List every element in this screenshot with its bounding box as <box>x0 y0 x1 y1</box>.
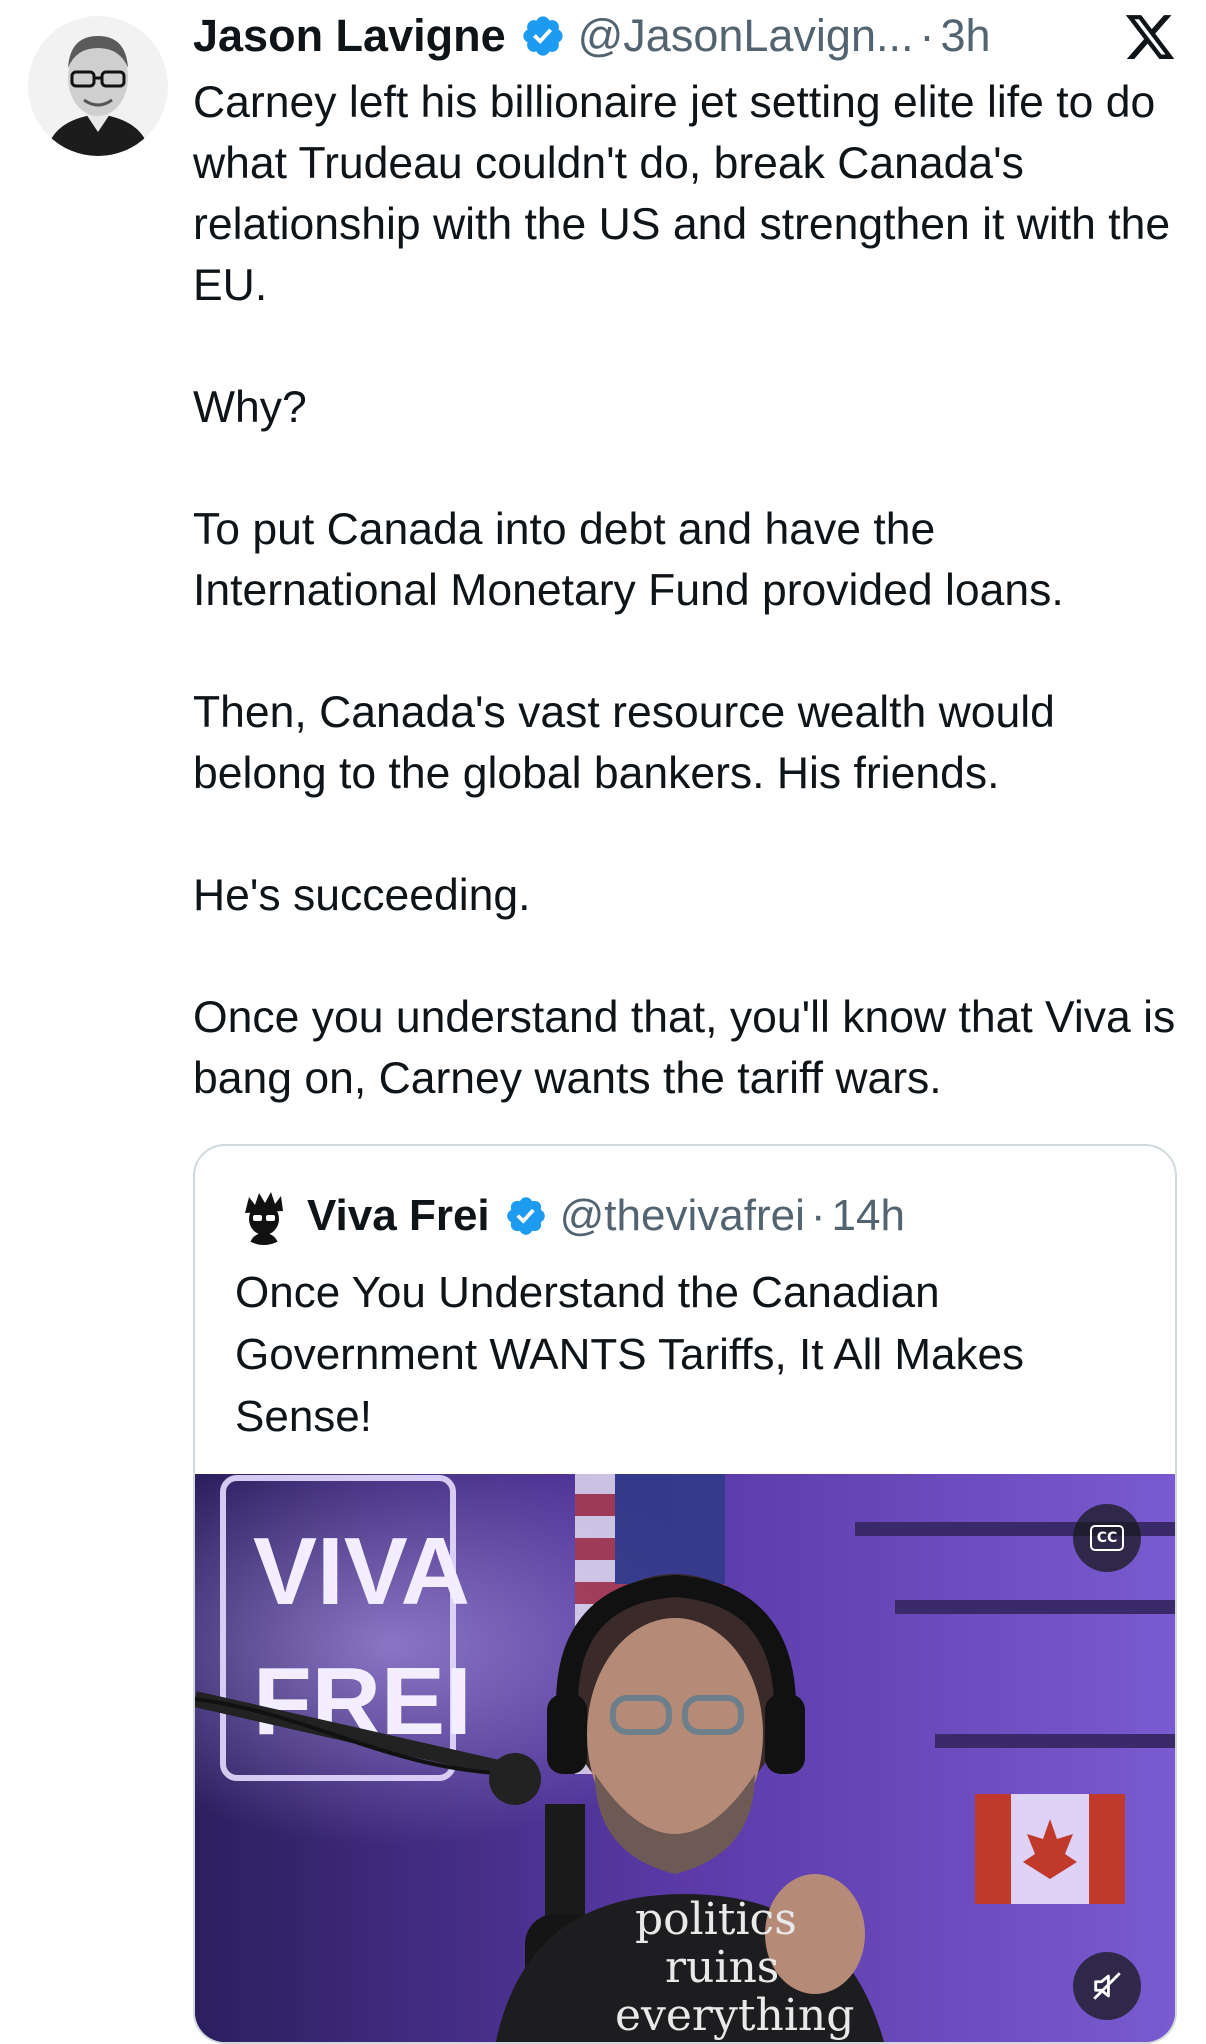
verified-badge-icon <box>506 1197 545 1235</box>
quoted-tweet-header: Viva Frei @thevivafrei · 14h <box>235 1186 905 1246</box>
tweet-header: Jason Lavigne @JasonLavign... · 3h <box>193 6 991 66</box>
mute-toggle-button[interactable] <box>1073 1952 1141 2020</box>
verified-badge-icon <box>522 16 563 56</box>
muted-speaker-icon <box>1093 1972 1121 2000</box>
x-logo-icon[interactable] <box>1123 10 1177 64</box>
meta-separator: · <box>919 10 935 61</box>
tweet-timestamp[interactable]: 3h <box>940 10 990 62</box>
quoted-tweet-card[interactable]: Viva Frei @thevivafrei · 14h Once You Un… <box>193 1144 1177 2044</box>
tweet-text: Carney left his billionaire jet setting … <box>193 78 1176 1103</box>
quoted-tweet-text: Once You Understand the Canadian Governm… <box>235 1268 1037 1441</box>
quoted-tweet-timestamp[interactable]: 14h <box>832 1191 905 1241</box>
quoted-author-handle[interactable]: @thevivafrei <box>560 1191 805 1241</box>
author-handle[interactable]: @JasonLavign... <box>578 10 914 62</box>
shirt-text-line-3: everything <box>615 1990 854 2041</box>
quoted-meta-separator: · <box>810 1191 826 1240</box>
shirt-text-line-2: ruins <box>665 1942 779 1993</box>
quoted-author-name[interactable]: Viva Frei <box>307 1191 490 1241</box>
author-name[interactable]: Jason Lavigne <box>193 10 506 62</box>
quoted-author-avatar[interactable] <box>235 1187 293 1245</box>
video-frame: VIVA FREI politics ruins everything <box>195 1474 1175 2042</box>
video-player[interactable]: VIVA FREI politics ruins everything CC <box>195 1474 1175 2042</box>
quoted-avatar-graphic <box>235 1187 293 1245</box>
closed-captions-icon: CC <box>1090 1525 1124 1551</box>
avatar-portrait <box>28 16 168 156</box>
author-avatar[interactable] <box>28 16 168 156</box>
neon-sign-viva: VIVA <box>253 1518 470 1625</box>
shirt-text-line-1: politics <box>635 1894 797 1945</box>
closed-captions-button[interactable]: CC <box>1073 1504 1141 1572</box>
